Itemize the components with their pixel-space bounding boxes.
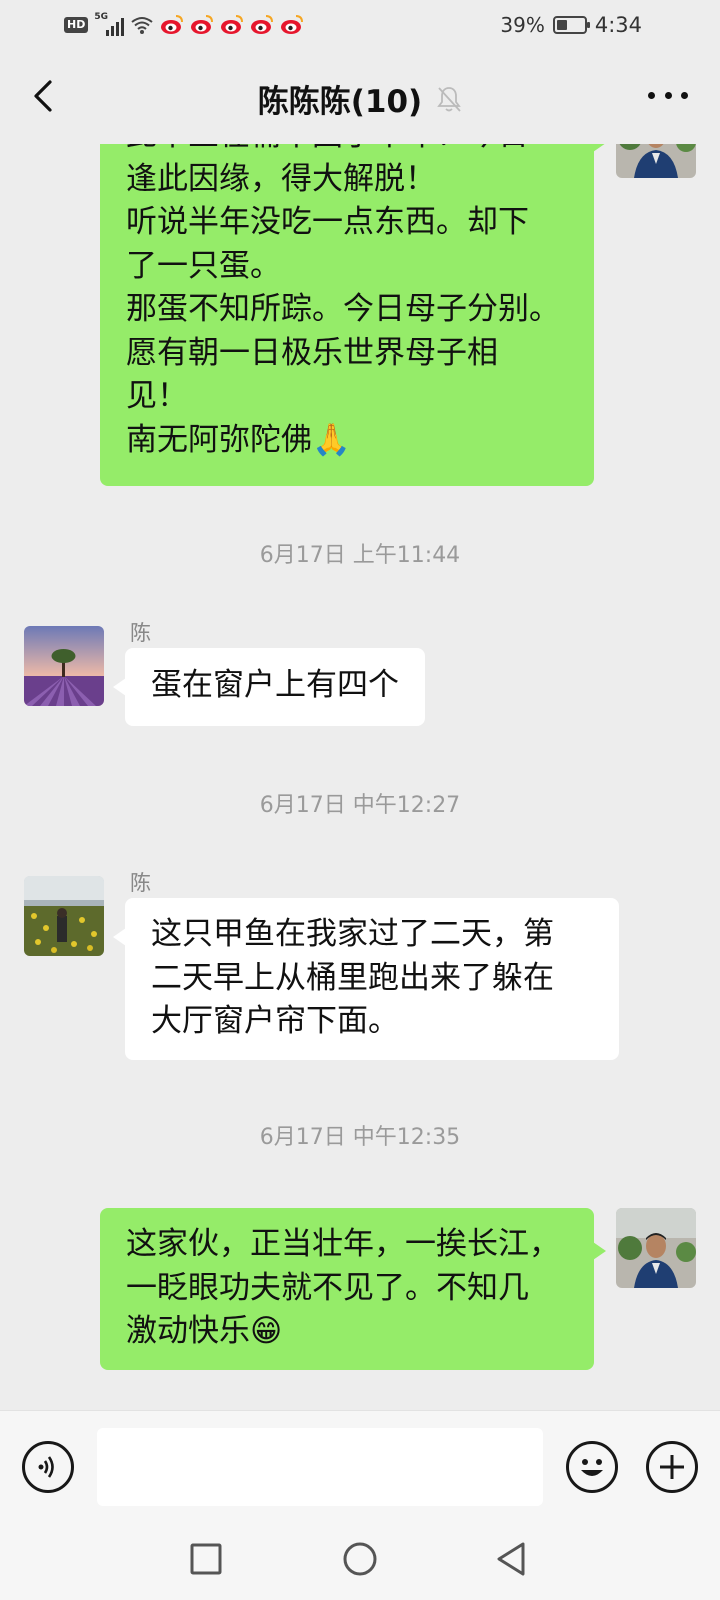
message-bubble[interactable]: 此甲鱼在桶中困了半年！今日 逢此因缘，得大解脱！ 听说半年没吃一点东西。却下 了… — [100, 144, 606, 486]
message-line: 听说半年没吃一点东西。却下 — [126, 204, 529, 240]
mute-bell-icon — [437, 86, 462, 112]
network-type: 5G — [94, 12, 108, 22]
system-navigation-bar — [0, 1520, 720, 1600]
message-line: 激动快乐😁 — [126, 1313, 283, 1349]
message-bubble[interactable]: 这只甲鱼在我家过了二天，第 二天早上从桶里跑出来了躲在 大厅窗户帘下面。 — [113, 898, 619, 1060]
battery-icon — [552, 16, 590, 34]
message-line: 二天早上从桶里跑出来了躲在 — [151, 959, 554, 996]
weibo-icon — [281, 15, 304, 34]
input-bar — [0, 1410, 720, 1521]
weibo-icon — [191, 15, 214, 34]
battery-percent: 39% — [500, 13, 545, 37]
chat-title[interactable]: 陈陈陈(10) — [258, 76, 422, 121]
message-line: 南无阿弥陀佛🙏 — [126, 421, 351, 458]
clock: 4:34 — [594, 13, 642, 37]
message-line: 愿有朝一日极乐世界母子相 — [126, 334, 498, 371]
avatar[interactable] — [24, 626, 104, 706]
recent-apps-icon[interactable] — [184, 1537, 228, 1581]
back-triangle-icon[interactable] — [490, 1537, 534, 1581]
weibo-icon — [251, 15, 274, 34]
plus-icon[interactable] — [646, 1441, 698, 1493]
avatar[interactable] — [616, 144, 696, 178]
message-line: 这家伙，正当壮年，一挨长江， — [126, 1226, 560, 1262]
emoji-icon[interactable] — [566, 1441, 618, 1493]
weibo-icon — [161, 15, 184, 34]
message-list[interactable]: 此甲鱼在桶中困了半年！今日 逢此因缘，得大解脱！ 听说半年没吃一点东西。却下 了… — [0, 144, 720, 1410]
message-line: 大厅窗户帘下面。 — [151, 1003, 399, 1039]
message-line: 那蛋不知所踪。今日母子分别。 — [126, 291, 560, 327]
message-line: 见！ — [126, 378, 188, 414]
chat-title-bar: 陈陈陈(10) — [0, 76, 720, 121]
hd-icon: HD — [64, 17, 89, 33]
message-line: 这只甲鱼在我家过了二天，第 — [151, 916, 554, 952]
status-bar: HD 5G 39% 4:34 — [0, 0, 720, 50]
timestamp: 6月17日 上午11:44 — [259, 543, 461, 568]
more-icon[interactable] — [648, 80, 688, 110]
voice-icon[interactable] — [22, 1441, 74, 1493]
message-bubble[interactable]: 这家伙，正当壮年，一挨长江， 一眨眼功夫就不见了。不知几 激动快乐😁 — [100, 1208, 606, 1370]
signal-icon: 5G — [94, 12, 125, 36]
weibo-icon — [221, 15, 244, 34]
timestamp: 6月17日 中午12:27 — [259, 793, 461, 818]
chat-header: 陈陈陈(10) — [0, 50, 720, 144]
message-bubble[interactable]: 蛋在窗户上有四个 — [113, 648, 425, 726]
avatar[interactable] — [616, 1208, 696, 1288]
message-line: 蛋在窗户上有四个 — [151, 667, 399, 703]
home-icon[interactable] — [338, 1537, 382, 1581]
message-input[interactable] — [97, 1428, 543, 1506]
message-line: 一眨眼功夫就不见了。不知几 — [126, 1269, 529, 1306]
avatar[interactable] — [24, 876, 104, 956]
timestamp: 6月17日 中午12:35 — [259, 1125, 461, 1150]
message-line: 了一只蛋。 — [126, 247, 281, 284]
wifi-icon — [131, 17, 153, 34]
message-line: 此甲鱼在桶中困了半年！今日 — [126, 144, 568, 158]
message-line: 逢此因缘，得大解脱！ — [126, 160, 436, 197]
